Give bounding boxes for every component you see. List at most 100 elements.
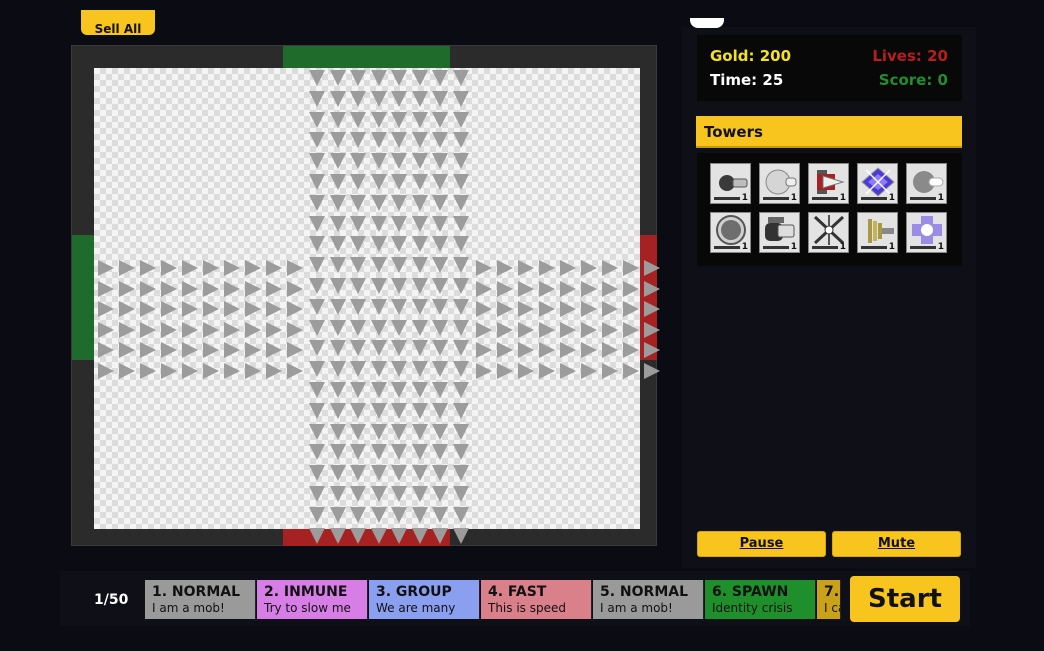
path-arrow: [329, 215, 346, 232]
path-arrow: [370, 444, 387, 461]
path-arrow: [539, 260, 555, 276]
path-arrow: [370, 153, 387, 170]
path-arrow: [411, 465, 428, 482]
path-arrow: [370, 174, 387, 190]
tower-slot-2[interactable]: 1: [759, 163, 800, 204]
path-arrow: [309, 444, 325, 461]
path-arrow: [203, 301, 219, 317]
build-field[interactable]: [94, 68, 660, 544]
path-arrow: [350, 382, 366, 398]
tower-slot-10[interactable]: 1: [906, 212, 947, 253]
start-button[interactable]: Start: [850, 576, 960, 622]
tower-level: 1: [888, 193, 895, 203]
path-arrow: [329, 174, 346, 190]
wave-item: 7. I ca: [817, 580, 841, 619]
path-arrow: [140, 301, 156, 317]
tower-slot-8[interactable]: 1: [808, 212, 849, 253]
wave-item: 6. SPAWN Identity crisis: [705, 580, 816, 619]
gold-stat: Gold: 200: [710, 47, 792, 65]
path-arrow: [119, 362, 135, 379]
path-arrow: [432, 444, 448, 461]
path-arrow: [452, 194, 469, 211]
path-arrow: [411, 111, 428, 128]
path-arrow: [391, 70, 407, 86]
path-arrow: [391, 111, 407, 128]
path-arrow: [411, 402, 428, 419]
path-arrow: [518, 321, 534, 338]
path-arrow: [623, 280, 639, 297]
path-arrow: [602, 342, 618, 358]
path-arrow: [452, 132, 469, 149]
wave-title: 1. NORMAL: [152, 584, 241, 600]
path-arrow: [350, 444, 366, 461]
path-arrow: [391, 465, 407, 482]
path-arrow: [560, 301, 576, 317]
tower-slot-1[interactable]: 1: [710, 163, 751, 204]
tower-slot-7[interactable]: 1: [759, 212, 800, 253]
tower-level-bar: [714, 197, 740, 200]
path-arrow: [182, 260, 198, 276]
path-arrow: [644, 260, 660, 276]
path-arrow: [518, 260, 534, 276]
wave-subtitle: Try to slow me: [264, 601, 351, 615]
tower-slot-6[interactable]: 1: [710, 212, 751, 253]
path-arrow: [98, 321, 114, 338]
spawn-left: [72, 235, 94, 360]
path-arrow: [370, 527, 387, 544]
path-arrow: [560, 260, 576, 276]
path-arrow: [452, 174, 469, 190]
pause-button[interactable]: Pause: [697, 531, 826, 557]
path-arrow: [350, 90, 366, 107]
path-arrow: [329, 111, 346, 128]
tower-slot-5[interactable]: 1: [906, 163, 947, 204]
wave-subtitle: This is speed: [488, 601, 566, 615]
path-arrow: [350, 174, 366, 190]
game-board[interactable]: [71, 45, 660, 546]
path-arrow: [309, 70, 325, 86]
time-stat: Time: 25: [710, 71, 784, 89]
side-panel-tab[interactable]: [690, 18, 724, 28]
tower-slot-3[interactable]: 1: [808, 163, 849, 204]
path-arrow: [350, 527, 366, 544]
path-arrow: [623, 260, 639, 276]
path-arrow: [602, 321, 618, 338]
path-arrow: [350, 70, 366, 86]
tower-level: 1: [790, 193, 797, 203]
mute-button[interactable]: Mute: [832, 531, 961, 557]
path-arrow: [245, 362, 261, 379]
path-arrow: [329, 132, 346, 149]
path-arrow: [452, 423, 469, 440]
wave-title: 5. NORMAL: [600, 584, 689, 600]
path-arrow: [411, 382, 428, 398]
path-arrow: [224, 280, 240, 297]
path-arrow: [309, 486, 325, 502]
path-arrow: [266, 342, 282, 358]
path-arrow: [539, 301, 555, 317]
path-arrow: [452, 465, 469, 482]
path-arrow: [391, 90, 407, 107]
path-arrow: [309, 423, 325, 440]
tower-slot-4[interactable]: 1: [857, 163, 898, 204]
path-arrow: [370, 111, 387, 128]
path-arrow: [391, 236, 407, 253]
path-arrow: [497, 342, 513, 358]
path-arrow: [245, 280, 261, 297]
path-arrow: [287, 342, 303, 358]
tower-slot-9[interactable]: 1: [857, 212, 898, 253]
path-arrow: [119, 280, 135, 297]
tower-level-bar: [861, 197, 887, 200]
path-arrow: [539, 321, 555, 338]
path-arrow: [539, 362, 555, 379]
tower-level: 1: [790, 242, 797, 252]
path-arrow: [245, 301, 261, 317]
path-arrow: [432, 527, 448, 544]
wave-item: 1. NORMAL I am a mob!: [145, 580, 256, 619]
path-arrow: [411, 527, 428, 544]
path-arrow: [623, 342, 639, 358]
path-arrow: [98, 342, 114, 358]
sell-all-button[interactable]: Sell All: [81, 10, 155, 35]
path-arrow: [266, 301, 282, 317]
path-arrow: [411, 444, 428, 461]
tower-level: 1: [839, 242, 846, 252]
path-arrow: [245, 321, 261, 338]
